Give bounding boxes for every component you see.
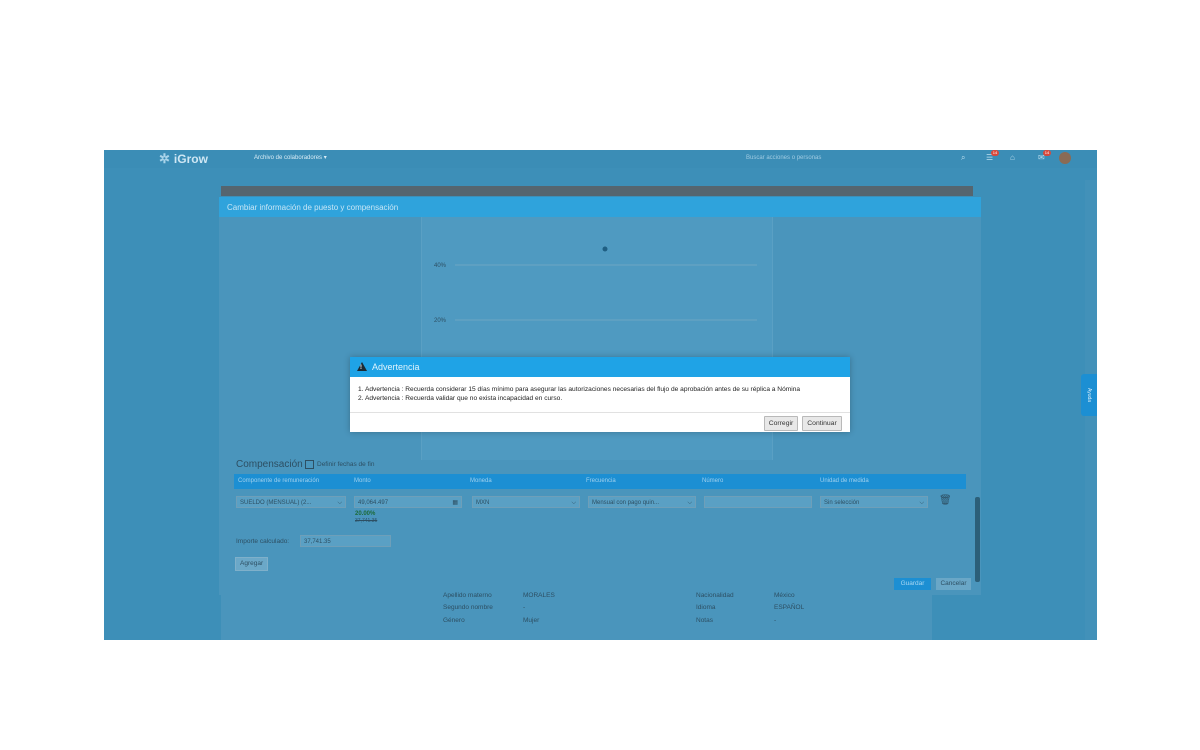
field-value: -	[774, 617, 777, 624]
dialog-header: Cambiar información de puesto y compensa…	[219, 197, 981, 217]
col-frequency: Frecuencia	[586, 478, 616, 484]
field-value: -	[523, 604, 526, 611]
data-point[interactable]	[602, 246, 608, 252]
module-selector[interactable]: Archivo de colaboradores ▾	[254, 154, 327, 161]
warning-line-1: 1. Advertencia : Recuerda considerar 15 …	[358, 386, 801, 393]
cancel-button[interactable]: Cancelar	[936, 578, 971, 590]
top-bar: ✲ iGrow Archivo de colaboradores ▾ Buscar…	[104, 150, 1097, 168]
currency-select[interactable]: MXN ⌵	[472, 496, 580, 508]
trash-icon[interactable]: 🗑	[939, 495, 952, 506]
modal-divider	[350, 412, 850, 413]
calculator-icon[interactable]: ▦	[452, 497, 458, 509]
warning-messages: 1. Advertencia : Recuerda considerar 15 …	[358, 386, 800, 403]
calculated-amount-field: 37,741.35	[300, 535, 391, 547]
logo-icon: ✲	[159, 151, 170, 166]
warning-icon-mark: !	[360, 365, 362, 371]
compensation-table-header: Componente de remuneración Monto Moneda …	[234, 474, 966, 489]
col-number: Número	[702, 478, 724, 484]
col-unit: Unidad de medida	[820, 478, 869, 484]
define-end-date-checkbox[interactable]	[305, 460, 314, 469]
correct-button[interactable]: Corregir	[764, 416, 798, 431]
col-component: Componente de remuneración	[238, 478, 320, 484]
app-logo[interactable]: ✲ iGrow	[159, 151, 208, 166]
calculated-amount-label: Importe calculado:	[236, 538, 290, 545]
messages-badge: 14	[1043, 150, 1051, 156]
dialog-footer	[219, 572, 981, 595]
chevron-down-icon: ⌵	[571, 500, 576, 506]
home-icon[interactable]: ⌂	[1010, 153, 1015, 162]
y-tick-40: 40%	[434, 263, 447, 269]
previous-amount: 37,741.35	[355, 518, 378, 524]
notifications-badge: 14	[991, 150, 999, 156]
search-icon[interactable]: ⌕	[961, 153, 965, 163]
field-label: Género	[443, 617, 465, 624]
user-avatar[interactable]	[1059, 152, 1071, 164]
warning-modal: ! Advertencia 1. Advertencia : Recuerda …	[350, 357, 850, 432]
field-value: México	[774, 592, 795, 599]
save-button[interactable]: Guardar	[894, 578, 931, 590]
field-label: Segundo nombre	[443, 604, 493, 611]
chevron-down-icon: ⌵	[687, 500, 692, 506]
col-currency: Moneda	[470, 478, 492, 484]
field-label: Nacionalidad	[696, 592, 734, 599]
field-value: MORALES	[523, 592, 555, 599]
personal-info-section: Apellido materno MORALES Nacionalidad Mé…	[221, 592, 932, 640]
col-amount: Monto	[354, 478, 371, 484]
component-select[interactable]: SUELDO (MENSUAL) (2... ⌵	[236, 496, 346, 508]
continue-button[interactable]: Continuar	[802, 416, 842, 431]
field-label: Idioma	[696, 604, 716, 611]
amount-input[interactable]: 49,064.497 ▦	[354, 496, 462, 508]
add-button[interactable]: Agregar	[235, 557, 269, 571]
global-search-input[interactable]: Buscar acciones o personas	[746, 153, 971, 164]
field-value: Mujer	[523, 617, 540, 624]
warning-icon	[357, 362, 367, 371]
compensation-section-title: Compensación	[236, 459, 303, 470]
warning-modal-header: ! Advertencia	[350, 357, 850, 377]
profile-banner-image	[221, 186, 973, 196]
chevron-down-icon: ⌵	[337, 500, 342, 506]
frequency-select[interactable]: Mensual con pago quin... ⌵	[588, 496, 696, 508]
amount-percent-change: 20.00%	[355, 511, 376, 517]
dialog-title: Cambiar información de puesto y compensa…	[227, 203, 399, 212]
chevron-down-icon: ⌵	[919, 500, 924, 506]
field-value: ESPAÑOL	[774, 604, 805, 611]
help-side-tab[interactable]: Ayuda	[1081, 374, 1097, 416]
number-input[interactable]	[704, 496, 812, 508]
warning-line-2: 2. Advertencia : Recuerda validar que no…	[358, 394, 563, 402]
define-end-date-label: Definir fechas de fin	[317, 461, 375, 468]
field-label: Apellido materno	[443, 592, 492, 599]
warning-modal-title: Advertencia	[372, 362, 420, 372]
dialog-scrollbar[interactable]	[975, 497, 980, 582]
unit-select[interactable]: Sin selección ⌵	[820, 496, 928, 508]
y-tick-20: 20%	[434, 318, 447, 324]
field-label: Notas	[696, 617, 713, 624]
